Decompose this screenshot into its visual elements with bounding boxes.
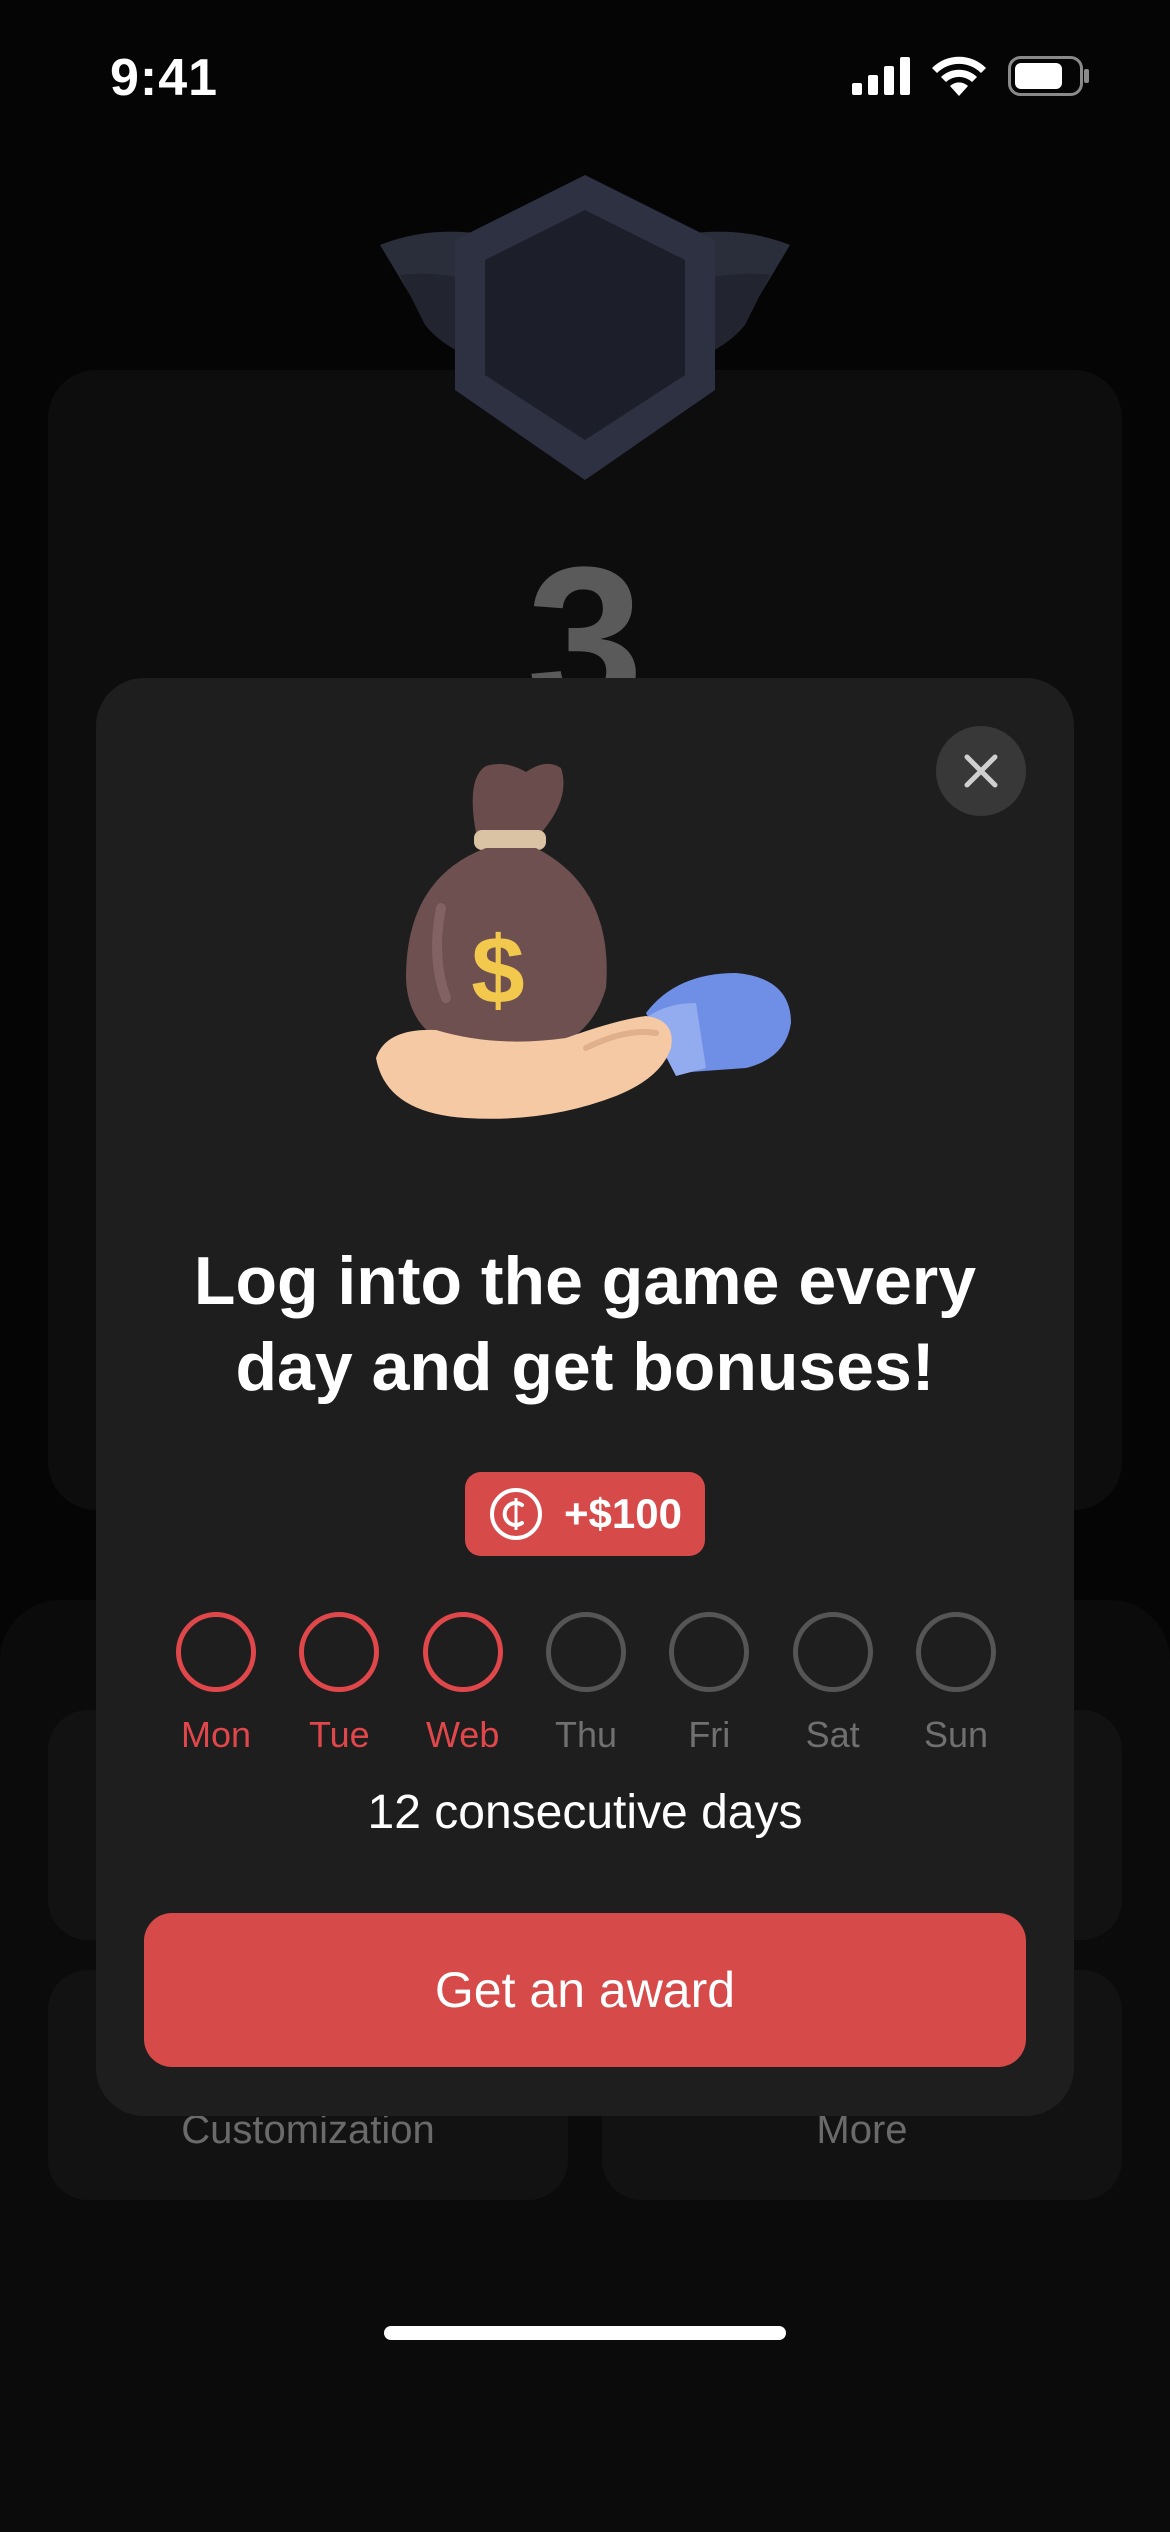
day-tue: Tue <box>289 1612 389 1756</box>
day-sat: Sat <box>783 1612 883 1756</box>
day-status-circle <box>669 1612 750 1692</box>
get-award-button[interactable]: Get an award <box>144 1913 1026 2067</box>
day-status-circle <box>545 1612 626 1692</box>
day-status-circle <box>792 1612 873 1692</box>
day-label: Thu <box>554 1714 617 1755</box>
day-label: Sat <box>805 1714 860 1755</box>
reward-badge: +$100 <box>465 1472 705 1556</box>
close-button[interactable] <box>936 726 1026 816</box>
day-sun: Sun <box>906 1612 1006 1756</box>
svg-text:$: $ <box>471 917 524 1024</box>
day-label: Tue <box>308 1714 370 1755</box>
weekday-tracker: Mon Tue Web Thu Fri Sat Sun <box>166 1612 1006 1756</box>
day-web: Web <box>413 1612 513 1756</box>
day-fri: Fri <box>659 1612 759 1756</box>
close-icon <box>964 754 998 788</box>
day-thu: Thu <box>536 1612 636 1756</box>
day-status-circle <box>299 1612 380 1692</box>
level-badge-icon <box>380 175 790 480</box>
modal-headline: Log into the game every day and get bonu… <box>193 1243 977 1405</box>
day-status-circle <box>422 1612 503 1692</box>
day-label: Fri <box>688 1714 731 1755</box>
money-bag-illustration: $ <box>376 763 791 1119</box>
day-mon: Mon <box>166 1612 266 1756</box>
day-status-circle <box>176 1612 256 1692</box>
day-label: Web <box>425 1714 500 1755</box>
reward-amount: +$100 <box>564 1490 682 1537</box>
home-indicator[interactable] <box>384 2326 786 2340</box>
streak-text: 12 consecutive days <box>367 1786 803 1839</box>
day-status-circle <box>915 1612 996 1692</box>
coin-icon <box>490 1488 543 1540</box>
daily-bonus-modal: $ Log into the game every day and get bo… <box>96 678 1074 2116</box>
day-label: Sun <box>923 1714 988 1755</box>
day-label: Mon <box>180 1714 252 1755</box>
